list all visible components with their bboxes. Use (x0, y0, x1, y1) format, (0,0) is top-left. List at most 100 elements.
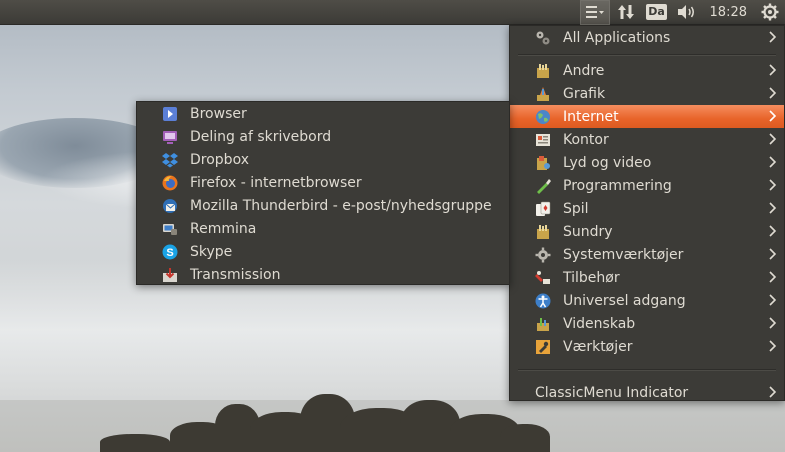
chevron-right-icon (768, 30, 778, 44)
submenu-item-remmina[interactable]: Remmina (137, 217, 509, 240)
top-panel: Da 18:28 (0, 0, 785, 25)
session-indicator[interactable] (755, 0, 785, 25)
browser-icon (162, 106, 178, 122)
office-icon (535, 132, 551, 148)
folder-misc-icon (535, 63, 551, 79)
menu-item-tilbehoer[interactable]: Tilbehør (510, 266, 784, 289)
classicmenu-indicator-icon (585, 5, 604, 19)
session-gear-icon (761, 3, 779, 21)
menu-item-kontor[interactable]: Kontor (510, 128, 784, 151)
tools-icon (535, 339, 551, 355)
submenu-item-label: Transmission (190, 266, 281, 283)
chevron-right-icon (768, 155, 778, 169)
chevron-right-icon (768, 63, 778, 77)
svg-text:S: S (166, 247, 173, 259)
menu-item-internet[interactable]: Internet (510, 105, 784, 128)
classicmenu-main-menu: All Applications Andre Grafik Internet K… (509, 25, 785, 401)
submenu-item-firefox[interactable]: Firefox - internetbrowser (137, 171, 509, 194)
accessibility-icon (535, 293, 551, 309)
menu-item-spil[interactable]: Spil (510, 197, 784, 220)
menu-separator (510, 358, 784, 381)
submenu-item-deling-af-skrivebord[interactable]: Deling af skrivebord (137, 125, 509, 148)
keyboard-layout-icon: Da (646, 4, 667, 20)
menu-item-andre[interactable]: Andre (510, 59, 784, 82)
menu-item-label: Sundry (563, 223, 613, 240)
sound-indicator[interactable] (672, 0, 702, 25)
games-cards-icon (535, 201, 551, 217)
chevron-right-icon (768, 224, 778, 238)
submenu-item-label: Deling af skrivebord (190, 128, 332, 145)
accessories-icon (535, 270, 551, 286)
menu-separator (510, 49, 784, 59)
menu-item-label: Værktøjer (563, 338, 633, 355)
chevron-right-icon (768, 86, 778, 100)
menu-item-label: Kontor (563, 131, 609, 148)
chevron-right-icon (768, 270, 778, 284)
menu-item-systemvaerktoejer[interactable]: Systemværktøjer (510, 243, 784, 266)
submenu-item-label: Mozilla Thunderbird - e-post/nyhedsgrupp… (190, 197, 492, 214)
submenu-item-skype[interactable]: S Skype (137, 240, 509, 263)
chevron-right-icon (768, 178, 778, 192)
internet-globe-icon (535, 109, 551, 125)
chevron-right-icon (768, 339, 778, 353)
all-applications-icon (535, 30, 551, 46)
skype-icon: S (162, 244, 178, 260)
submenu-item-dropbox[interactable]: Dropbox (137, 148, 509, 171)
remmina-icon (162, 221, 178, 237)
chevron-right-icon (768, 316, 778, 330)
menu-item-grafik[interactable]: Grafik (510, 82, 784, 105)
menu-item-lyd-og-video[interactable]: Lyd og video (510, 151, 784, 174)
chevron-right-icon (768, 385, 778, 399)
desktop-sharing-icon (162, 129, 178, 145)
submenu-item-browser[interactable]: Browser (137, 102, 509, 125)
menu-item-universel-adgang[interactable]: Universel adgang (510, 289, 784, 312)
menu-item-label: Programmering (563, 177, 672, 194)
menu-item-label: Lyd og video (563, 154, 652, 171)
firefox-icon (162, 175, 178, 191)
chevron-right-icon (768, 201, 778, 215)
volume-icon (677, 4, 697, 20)
chevron-right-icon (768, 293, 778, 307)
classicmenu-indicator-button[interactable] (579, 0, 610, 25)
multimedia-icon (535, 155, 551, 171)
menu-item-programmering[interactable]: Programmering (510, 174, 784, 197)
menu-item-label: Andre (563, 62, 605, 79)
submenu-item-label: Firefox - internetbrowser (190, 174, 362, 191)
menu-item-all-applications[interactable]: All Applications (510, 26, 784, 49)
system-gear-icon (535, 247, 551, 263)
menu-item-sundry[interactable]: Sundry (510, 220, 784, 243)
science-icon (535, 316, 551, 332)
submenu-item-transmission[interactable]: Transmission (137, 263, 509, 286)
menu-item-label: ClassicMenu Indicator (535, 384, 689, 401)
programming-icon (535, 178, 551, 194)
menu-item-label: All Applications (563, 29, 671, 46)
submenu-item-label: Remmina (190, 220, 257, 237)
menu-item-label: Tilbehør (563, 269, 620, 286)
chevron-right-icon (768, 132, 778, 146)
keyboard-layout-indicator[interactable]: Da (642, 0, 672, 25)
submenu-item-label: Dropbox (190, 151, 249, 168)
menu-item-label: Videnskab (563, 315, 636, 332)
thunderbird-icon (162, 198, 178, 214)
menu-item-label: Spil (563, 200, 589, 217)
submenu-item-thunderbird[interactable]: Mozilla Thunderbird - e-post/nyhedsgrupp… (137, 194, 509, 217)
menu-item-label: Systemværktøjer (563, 246, 684, 263)
menu-item-label: Grafik (563, 85, 606, 102)
graphics-icon (535, 86, 551, 102)
chevron-right-icon (768, 109, 778, 123)
menu-item-vaerktoejer[interactable]: Værktøjer (510, 335, 784, 358)
clock[interactable]: 18:28 (702, 0, 755, 25)
sundry-icon (535, 224, 551, 240)
menu-item-videnskab[interactable]: Videnskab (510, 312, 784, 335)
menu-item-label: Universel adgang (563, 292, 686, 309)
dropbox-icon (162, 152, 178, 168)
menu-item-classicmenu-indicator[interactable]: ClassicMenu Indicator (510, 381, 784, 404)
transmission-icon (162, 267, 178, 283)
network-transfer-icon (617, 4, 634, 20)
menu-item-label: Internet (563, 108, 619, 125)
submenu-item-label: Browser (190, 105, 247, 122)
chevron-right-icon (768, 247, 778, 261)
internet-submenu: Browser Deling af skrivebord Dropbox Fir… (136, 101, 510, 285)
network-indicator[interactable] (610, 0, 642, 25)
submenu-item-label: Skype (190, 243, 233, 260)
